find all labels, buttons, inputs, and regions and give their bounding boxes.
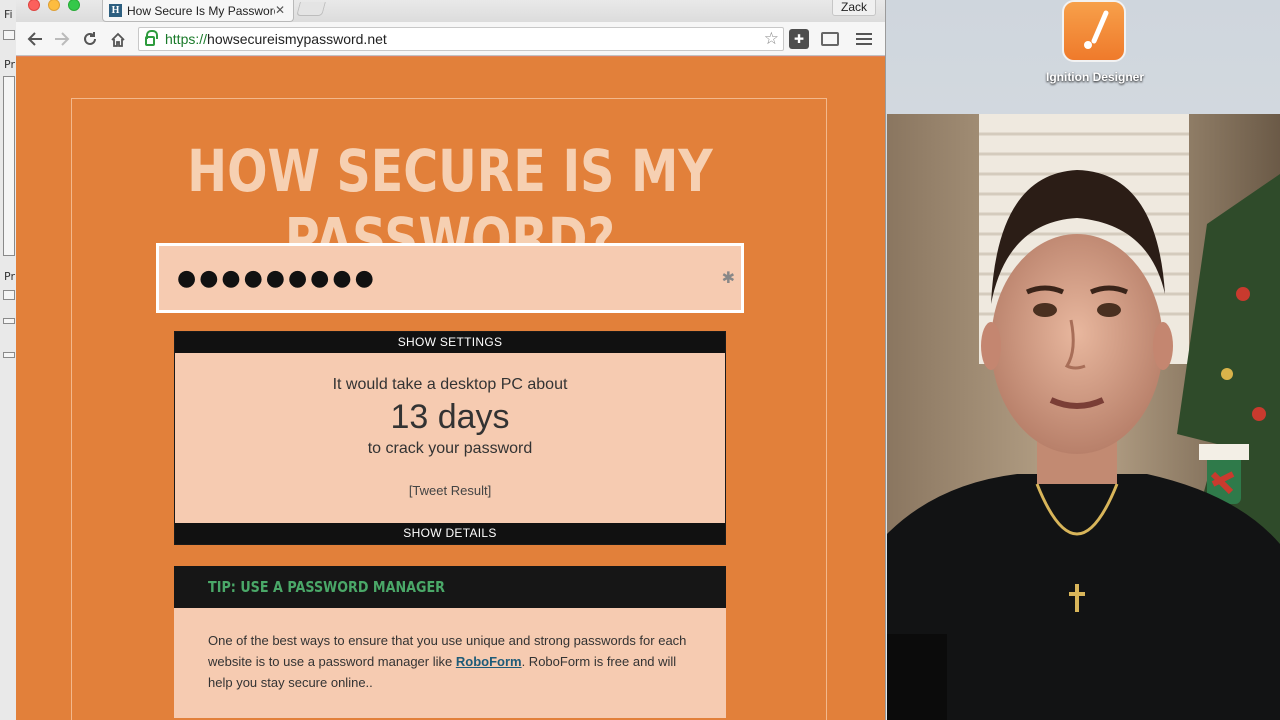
tab-close-icon[interactable]: ✕ <box>275 3 285 17</box>
asterisk-icon[interactable]: ✱ <box>722 268 735 288</box>
password-value: ●●●●●●●●● <box>177 265 377 291</box>
background-app-panel <box>3 76 15 256</box>
background-app-control <box>3 352 15 358</box>
tip-title: TIP: USE A PASSWORD MANAGER <box>208 578 445 596</box>
background-app-text: Pr <box>4 58 15 71</box>
webcam-image <box>887 114 1280 720</box>
hamburger-menu-icon[interactable] <box>854 29 874 49</box>
roboform-link[interactable]: RoboForm <box>456 654 522 669</box>
background-app-control <box>3 290 15 300</box>
cast-icon[interactable] <box>821 32 839 46</box>
tip-header: TIP: USE A PASSWORD MANAGER <box>174 566 726 608</box>
browser-toolbar: https://howsecureismypassword.net ☆ ✚ <box>16 22 885 56</box>
lock-icon <box>145 30 158 46</box>
crack-time: 13 days <box>390 398 510 436</box>
password-input[interactable]: ●●●●●●●●● ✱ <box>156 243 744 313</box>
webcam-feed <box>887 114 1280 720</box>
tip-box: TIP: USE A PASSWORD MANAGER One of the b… <box>174 566 726 718</box>
background-app-control <box>3 318 15 324</box>
screen: Fi Pr Pr H How Secure Is My Password ✕ Z… <box>0 0 1280 720</box>
tab-title: How Secure Is My Password <box>127 3 275 18</box>
puzzle-icon[interactable]: ✚ <box>789 29 809 49</box>
profile-button[interactable]: Zack <box>831 0 876 16</box>
back-arrow-icon[interactable] <box>24 29 46 49</box>
forward-arrow-icon[interactable] <box>51 29 73 49</box>
favicon-icon: H <box>109 4 122 17</box>
minimize-window-button[interactable] <box>48 0 60 11</box>
web-page: HOW SECURE IS MY PASSWORD? ●●●●●●●●● ✱ S… <box>16 57 885 720</box>
background-app-text: Fi <box>4 8 13 21</box>
url-text: https://howsecureismypassword.net <box>165 31 387 47</box>
reload-icon[interactable] <box>79 29 101 49</box>
home-icon[interactable] <box>107 29 129 49</box>
result-intro: It would take a desktop PC about <box>332 376 568 393</box>
new-tab-button[interactable] <box>296 2 326 16</box>
browser-titlebar: H How Secure Is My Password ✕ Zack <box>16 0 885 22</box>
app-icon-label: Ignition Designer <box>1045 70 1144 84</box>
zoom-window-button[interactable] <box>68 0 80 11</box>
content-panel: HOW SECURE IS MY PASSWORD? ●●●●●●●●● ✱ S… <box>71 98 827 720</box>
address-bar[interactable]: https://howsecureismypassword.net ☆ <box>138 27 784 51</box>
ignition-designer-icon[interactable] <box>1062 0 1126 62</box>
show-details-button[interactable]: SHOW DETAILS <box>175 523 725 544</box>
result-box: SHOW SETTINGS It would take a desktop PC… <box>174 331 726 545</box>
star-icon[interactable]: ☆ <box>764 29 779 49</box>
close-window-button[interactable] <box>28 0 40 11</box>
tweet-result-link[interactable]: [Tweet Result] <box>175 483 725 498</box>
background-app-text: Pr <box>4 270 15 283</box>
browser-window: H How Secure Is My Password ✕ Zack https… <box>16 0 886 720</box>
browser-tab[interactable]: H How Secure Is My Password ✕ <box>102 0 294 22</box>
background-app-control <box>3 30 15 40</box>
result-outro: to crack your password <box>367 440 533 457</box>
show-settings-button[interactable]: SHOW SETTINGS <box>175 332 725 353</box>
tip-body: One of the best ways to ensure that you … <box>208 633 687 690</box>
